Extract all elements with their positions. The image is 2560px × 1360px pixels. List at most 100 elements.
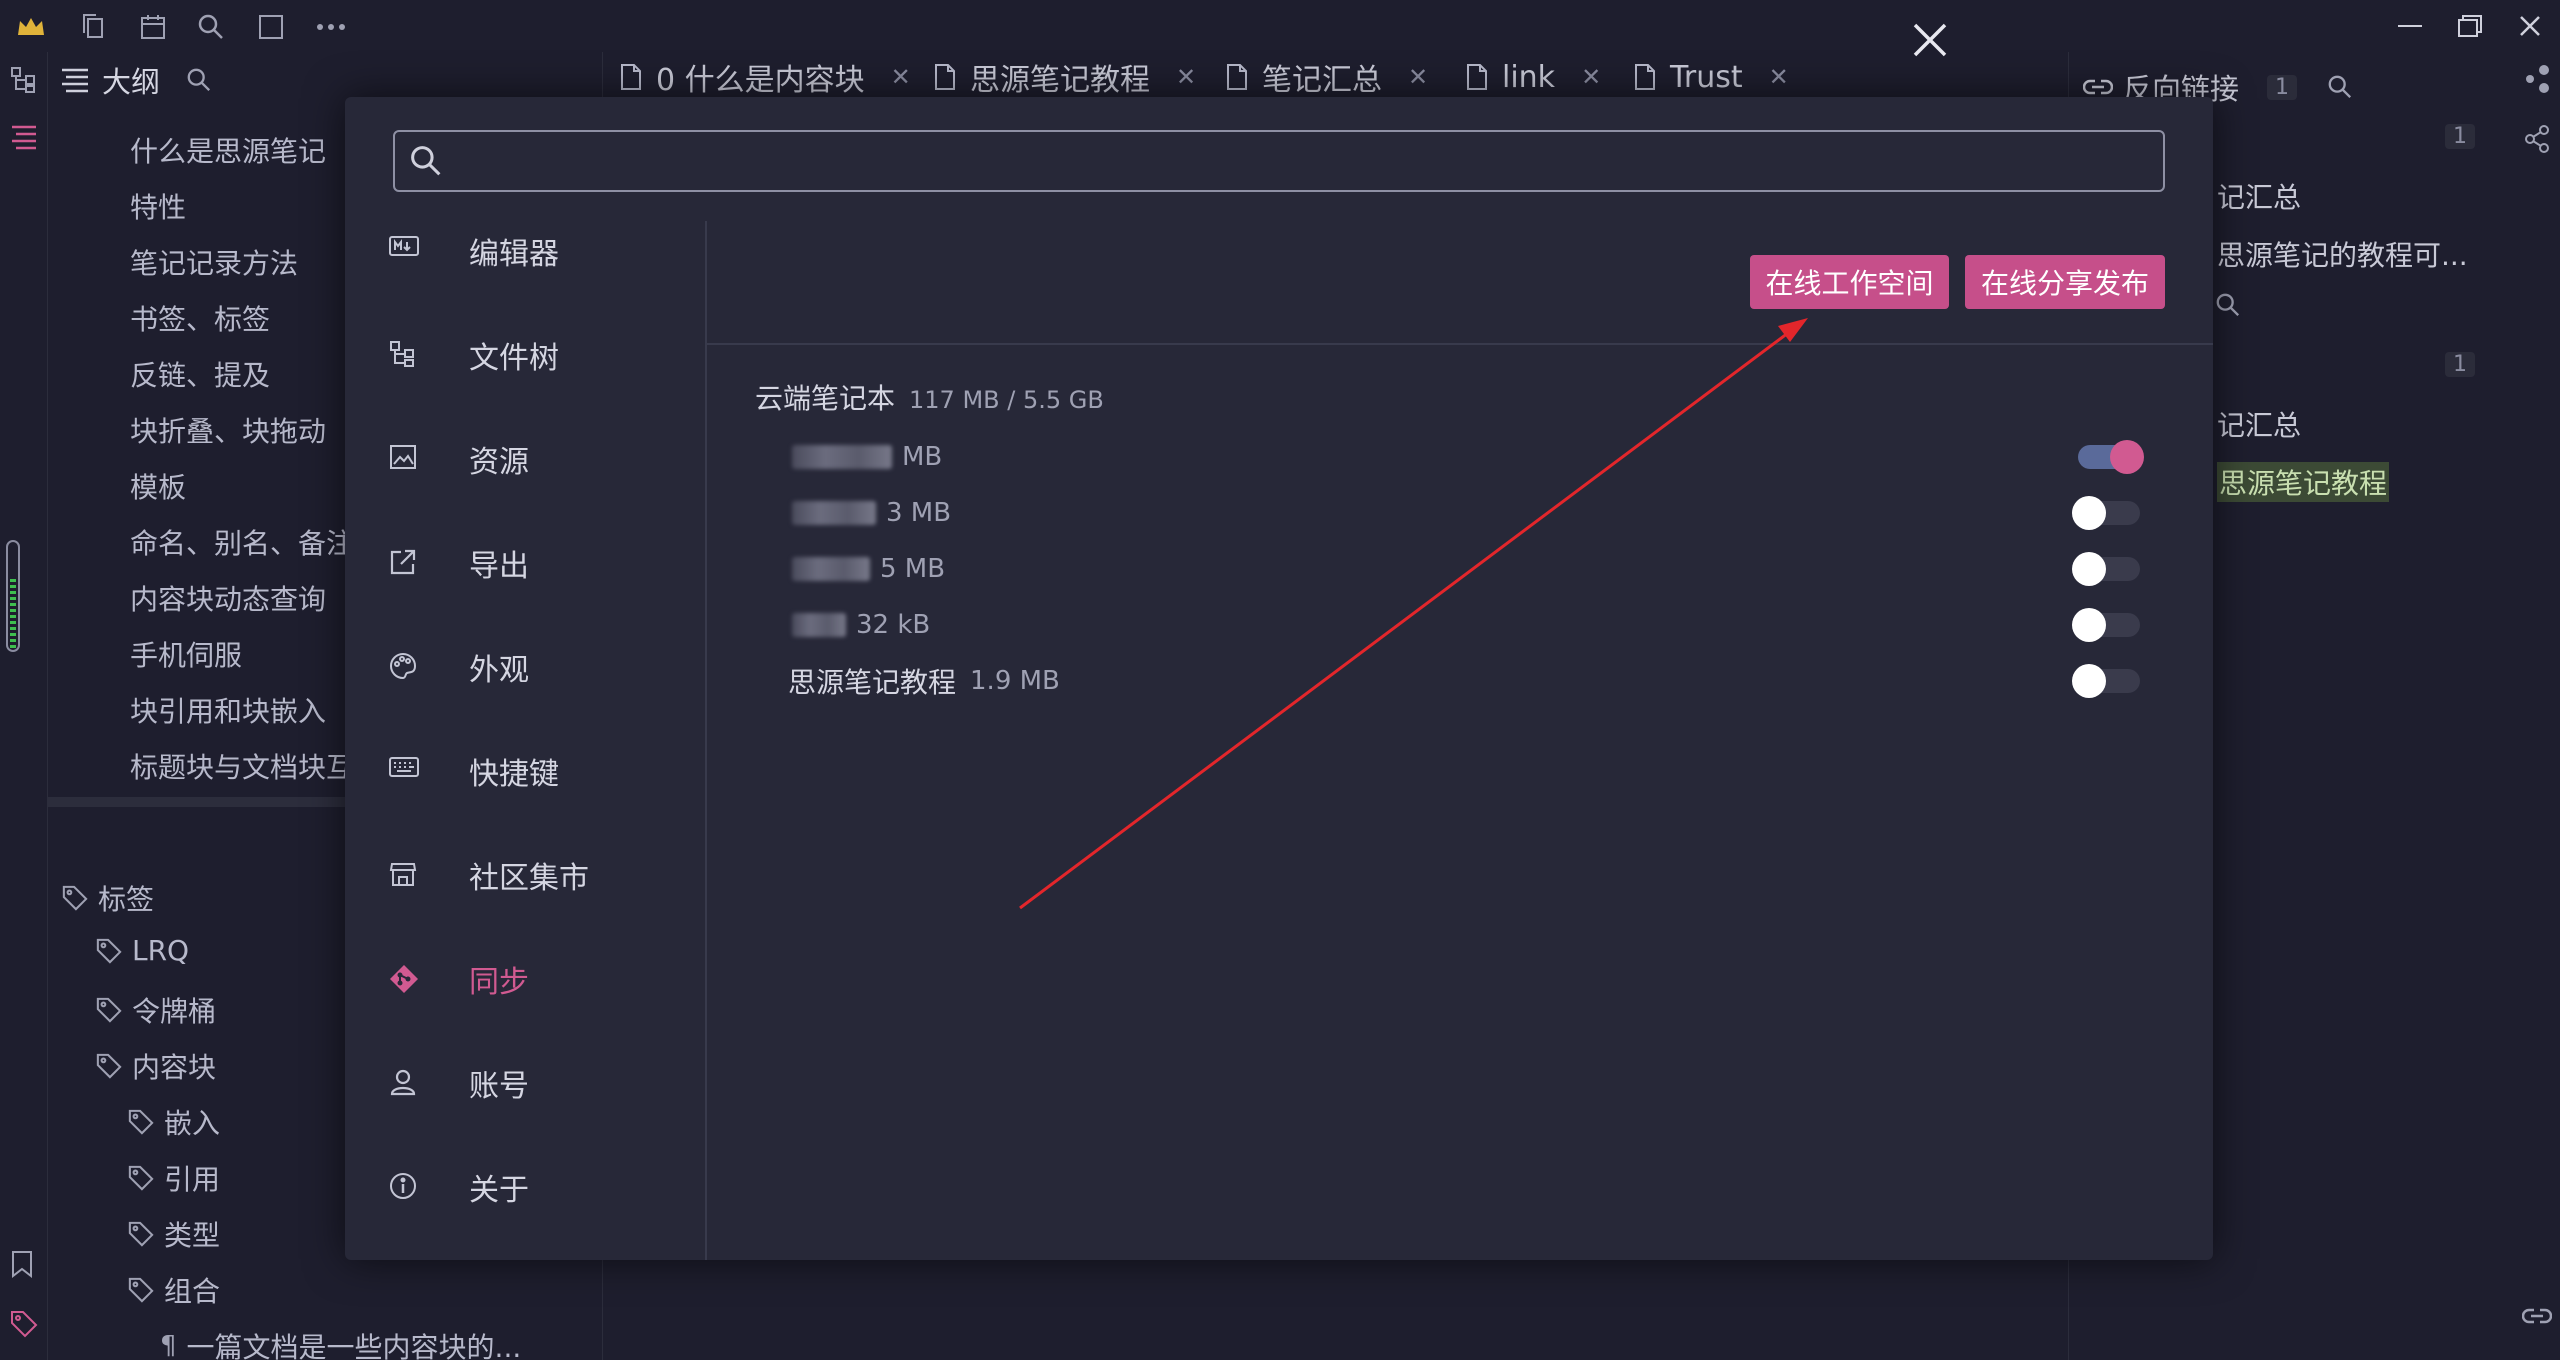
tag-item[interactable]: LRQ	[96, 934, 189, 967]
nav-export[interactable]: 导出	[345, 531, 705, 595]
notebook-sync-toggle[interactable]	[2072, 552, 2140, 586]
minimize-icon[interactable]	[2390, 8, 2430, 44]
tag-item[interactable]: 令牌桶	[96, 990, 216, 1030]
tab-close-icon[interactable]: ✕	[891, 63, 911, 91]
outline-item[interactable]: 书签、标签	[130, 298, 270, 338]
outline-item[interactable]: 块折叠、块拖动	[130, 410, 326, 450]
tag-label: 引用	[164, 1163, 221, 1196]
settings-header-divider	[707, 343, 2213, 345]
backlink-dock-icon[interactable]	[2522, 1306, 2552, 1326]
nav-about[interactable]: 关于	[345, 1155, 705, 1219]
paragraph-item[interactable]: ¶ 一篇文档是一些内容块的...	[160, 1326, 521, 1360]
online-workspace-button[interactable]: 在线工作空间	[1750, 255, 1949, 309]
calendar-icon[interactable]	[136, 10, 170, 44]
nav-keymap[interactable]: 快捷键	[345, 739, 705, 803]
tab-bar: 0 什么是内容块 ✕ 思源笔记教程 ✕ 笔记汇总 ✕ link ✕ Trust ✕	[604, 52, 2068, 102]
tab-label: 0 什么是内容块	[656, 63, 865, 98]
tab-close-icon[interactable]: ✕	[1581, 63, 1601, 91]
close-settings-icon[interactable]	[1900, 10, 1960, 70]
settings-search-input[interactable]	[457, 140, 2147, 182]
backlink-snippet[interactable]: 思源笔记的教程可...	[2217, 234, 2468, 274]
outline-item[interactable]: 什么是思源笔记	[130, 130, 326, 170]
redacted-name	[792, 613, 846, 637]
tag-label: 嵌入	[164, 1107, 221, 1140]
redacted-name	[792, 501, 876, 525]
close-window-icon[interactable]	[2510, 8, 2550, 44]
tag-item[interactable]: 标签	[62, 878, 154, 918]
outline-dock-icon[interactable]	[10, 122, 38, 150]
tab-close-icon[interactable]: ✕	[1769, 63, 1789, 91]
tag-item[interactable]: 组合	[128, 1270, 220, 1310]
tab[interactable]: 0 什么是内容块 ✕	[620, 52, 911, 102]
toggle-knob	[2072, 552, 2106, 586]
nav-assets[interactable]: 资源	[345, 427, 705, 491]
tag-item[interactable]: 嵌入	[128, 1102, 220, 1142]
tab[interactable]: Trust ✕	[1634, 52, 1789, 102]
bookmark-icon[interactable]	[10, 1250, 34, 1278]
outline-item[interactable]: 反链、提及	[130, 354, 270, 394]
mention-highlight[interactable]: 思源笔记教程	[2217, 462, 2390, 502]
outline-item[interactable]: 内容块动态查询	[130, 578, 326, 618]
nav-account[interactable]: 账号	[345, 1051, 705, 1115]
notebook-sync-toggle[interactable]	[2078, 440, 2144, 474]
palette-icon	[389, 652, 419, 682]
paragraph-icon: ¶	[160, 1331, 177, 1360]
window-icon[interactable]	[254, 10, 288, 44]
nav-sync[interactable]: 同步	[345, 947, 705, 1011]
tab[interactable]: 思源笔记教程 ✕	[934, 52, 1196, 102]
tag-item[interactable]: 引用	[128, 1158, 220, 1198]
notebook-row: 5 MB	[792, 549, 945, 589]
tag-item[interactable]: 类型	[128, 1214, 220, 1254]
nav-file-tree[interactable]: 文件树	[345, 323, 705, 387]
nav-label: 资源	[469, 445, 529, 480]
nav-bazaar[interactable]: 社区集市	[345, 843, 705, 907]
outline-icon	[60, 67, 90, 93]
tab[interactable]: 笔记汇总 ✕	[1226, 52, 1428, 102]
cloud-storage-usage: 117 MB / 5.5 GB	[909, 386, 1104, 414]
outline-item[interactable]: 标题块与文档块互	[130, 746, 354, 786]
notebook-size: 3 MB	[886, 498, 952, 528]
outline-item[interactable]: 特性	[130, 186, 186, 226]
tag-item[interactable]: 内容块	[96, 1046, 216, 1086]
nav-editor[interactable]: 编辑器	[345, 219, 705, 283]
tab-close-icon[interactable]: ✕	[1408, 63, 1428, 91]
tab-close-icon[interactable]: ✕	[1176, 63, 1196, 91]
notebook-sync-toggle[interactable]	[2072, 496, 2140, 530]
notebook-row: MB	[792, 437, 942, 477]
backlink-doc[interactable]: 记汇总	[2217, 176, 2301, 216]
nav-appearance[interactable]: 外观	[345, 635, 705, 699]
file-tree-icon[interactable]	[10, 66, 38, 94]
tag-label: 类型	[164, 1219, 221, 1252]
more-icon[interactable]	[314, 10, 348, 44]
toggle-knob	[2110, 440, 2144, 474]
crown-icon[interactable]	[14, 10, 48, 44]
notebook-sync-toggle[interactable]	[2072, 664, 2140, 698]
search-icon[interactable]	[194, 10, 228, 44]
restore-icon[interactable]	[2450, 8, 2490, 44]
notebook-size: MB	[902, 442, 943, 472]
notebook-size: 32 kB	[856, 610, 931, 640]
mention-doc[interactable]: 记汇总	[2217, 404, 2301, 444]
outline-item[interactable]: 模板	[130, 466, 186, 506]
online-publish-button[interactable]: 在线分享发布	[1965, 255, 2165, 309]
outline-search-icon[interactable]	[186, 67, 212, 93]
outline-item[interactable]: 块引用和块嵌入	[130, 690, 326, 730]
outline-item[interactable]: 命名、别名、备注	[130, 522, 354, 562]
graph-icon[interactable]	[2522, 64, 2552, 94]
notebook-row: 32 kB	[792, 605, 930, 645]
notebook-sync-toggle[interactable]	[2072, 608, 2140, 642]
tab[interactable]: link ✕	[1466, 52, 1601, 102]
tag-dock-icon[interactable]	[10, 1310, 38, 1338]
mention-search-icon[interactable]	[2215, 292, 2241, 318]
outline-item[interactable]: 笔记记录方法	[130, 242, 298, 282]
file-icon	[1466, 63, 1490, 91]
notebook-size: 5 MB	[880, 554, 946, 584]
backlinks-search-icon[interactable]	[2327, 74, 2353, 100]
tab-label: 思源笔记教程	[970, 63, 1150, 98]
outline-item[interactable]: 手机伺服	[130, 634, 242, 674]
file-icon	[620, 63, 644, 91]
global-graph-icon[interactable]	[2522, 124, 2552, 154]
copy-icon[interactable]	[76, 10, 110, 44]
export-icon	[389, 548, 419, 578]
settings-search-box[interactable]	[393, 130, 2165, 192]
